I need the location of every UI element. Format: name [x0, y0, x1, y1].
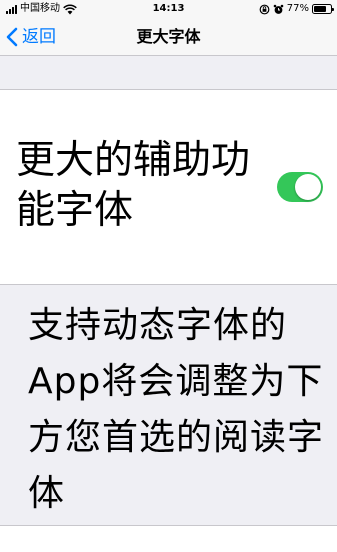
orientation-lock-icon	[259, 4, 270, 14]
navigation-bar: 返回 更大字体	[0, 18, 337, 56]
screen: 中国移动 14:13 77% 返回 更大字体 更大的辅助功能字体 支持动态字体的…	[0, 0, 337, 552]
alarm-icon	[273, 4, 284, 14]
description-text: 支持动态字体的App将会调整为下方您首选的阅读字体	[28, 305, 325, 514]
status-right: 77%	[259, 3, 334, 15]
page-title: 更大字体	[136, 27, 201, 46]
toggle-knob	[295, 174, 321, 200]
status-bar: 中国移动 14:13 77%	[0, 0, 337, 18]
larger-accessibility-sizes-toggle[interactable]	[277, 172, 323, 202]
font-size-preview-cell	[0, 525, 337, 552]
battery-icon	[312, 4, 334, 14]
setting-label: 更大的辅助功能字体	[16, 138, 251, 233]
battery-percent: 77%	[286, 3, 309, 14]
battery-fill	[314, 6, 327, 12]
